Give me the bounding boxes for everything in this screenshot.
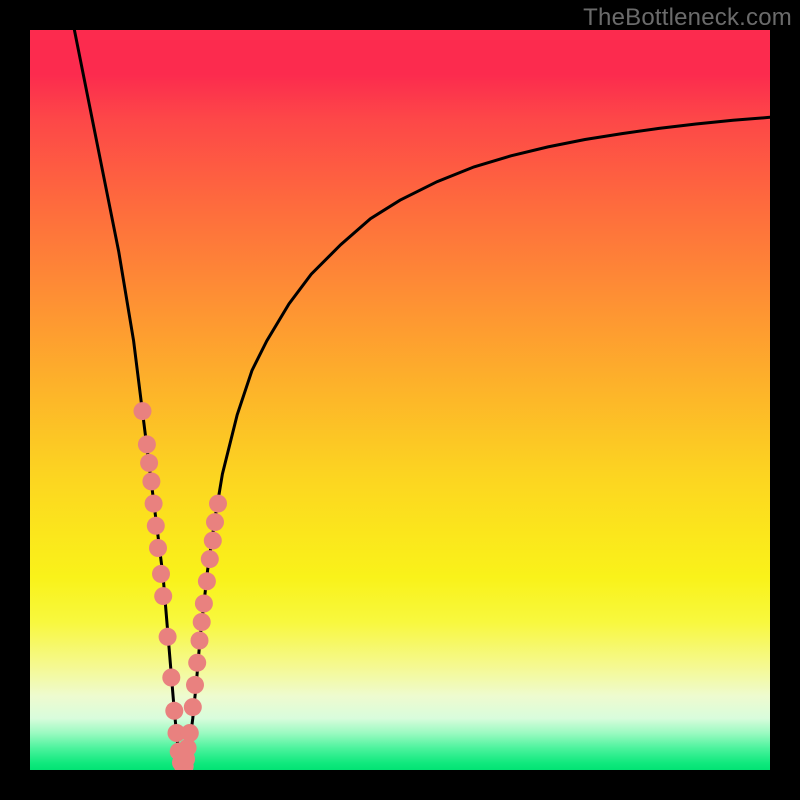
curve-marker xyxy=(191,632,209,650)
curve-marker xyxy=(186,676,204,694)
curve-marker xyxy=(184,698,202,716)
bottleneck-curve-path xyxy=(74,30,770,766)
chart-frame: TheBottleneck.com xyxy=(0,0,800,800)
chart-svg xyxy=(30,30,770,770)
curve-marker xyxy=(193,613,211,631)
curve-marker xyxy=(147,517,165,535)
curve-marker xyxy=(181,724,199,742)
curve-marker xyxy=(145,495,163,513)
curve-marker xyxy=(165,702,183,720)
chart-plot-area xyxy=(30,30,770,770)
marker-group xyxy=(134,402,228,770)
curve-marker xyxy=(206,513,224,531)
curve-marker xyxy=(162,669,180,687)
curve-marker xyxy=(188,654,206,672)
curve-marker xyxy=(140,454,158,472)
curve-marker xyxy=(204,532,222,550)
curve-marker xyxy=(149,539,167,557)
watermark-text: TheBottleneck.com xyxy=(583,4,792,32)
curve-marker xyxy=(138,435,156,453)
curve-marker xyxy=(142,472,160,490)
curve-marker xyxy=(159,628,177,646)
curve-marker xyxy=(195,595,213,613)
curve-marker xyxy=(201,550,219,568)
curve-marker xyxy=(198,572,216,590)
curve-marker xyxy=(209,495,227,513)
curve-marker xyxy=(154,587,172,605)
curve-marker xyxy=(152,565,170,583)
curve-marker xyxy=(134,402,152,420)
